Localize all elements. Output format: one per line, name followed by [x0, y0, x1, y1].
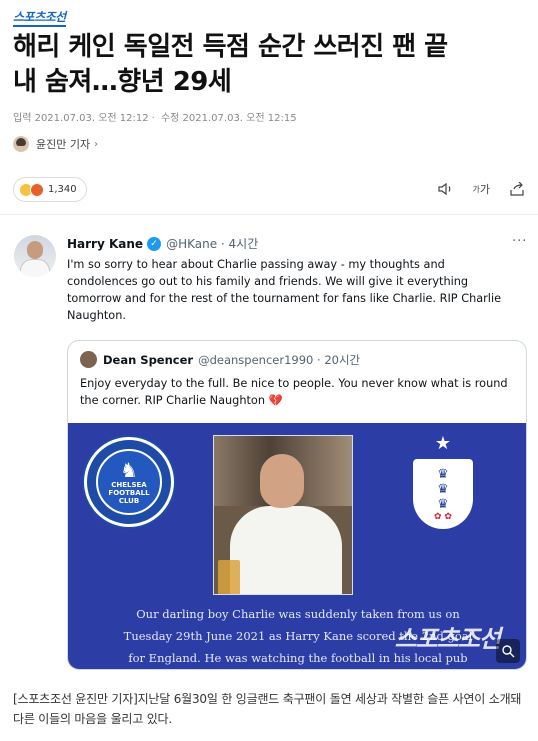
three-lions-crest: ♛ ♛ ♛ ✿ ✿ — [413, 459, 473, 529]
verified-badge-icon: ✓ — [147, 236, 162, 251]
published-date: 입력 2021.07.03. 오전 12:12 — [13, 113, 149, 124]
tweet-author-avatar[interactable] — [14, 235, 56, 277]
quoted-tweet-header: Dean Spencer @deanspencer1990 · 20시간 — [80, 351, 360, 368]
quoted-tweet-text: Enjoy everyday to the full. Be nice to p… — [80, 377, 508, 407]
broken-heart-icon: 💔 — [268, 394, 283, 407]
modified-date: 수정 2021.07.03. 오전 12:15 — [160, 113, 297, 124]
tweet-author-name[interactable]: Harry Kane — [67, 237, 143, 251]
tweet-author-handle[interactable]: @HKane · 4시간 — [166, 235, 258, 252]
speaker-icon — [437, 182, 450, 196]
share-icon — [510, 182, 524, 196]
reporter-name: 윤진만 기자 — [36, 138, 91, 151]
watermark: 스포츠조선 — [394, 625, 501, 653]
quoted-author-avatar — [80, 351, 97, 368]
chelsea-badge: ♞ CHELSEA FOOTBALL CLUB — [84, 437, 174, 527]
chelsea-badge-text: CHELSEA FOOTBALL CLUB — [108, 481, 150, 505]
article-dates: 입력 2021.07.03. 오전 12:12 · 수정 2021.07.03. … — [13, 113, 297, 124]
title-line-2: 내 숨져…향년 29세 — [13, 67, 232, 97]
reporter-link[interactable]: 윤진만 기자 › — [13, 136, 98, 152]
brand-logo[interactable]: 스포츠조선 — [13, 8, 66, 27]
quoted-author-handle: @deanspencer1990 · 20시간 — [198, 352, 361, 367]
lions-icon: ♛ ♛ ♛ — [437, 466, 449, 512]
rose-icon: ✿ ✿ — [434, 511, 452, 522]
title-line-1: 해리 케인 독일전 득점 순간 쓰러진 팬 끝 — [13, 32, 448, 62]
memorial-photo — [213, 435, 353, 595]
zoom-button[interactable] — [496, 639, 520, 663]
article-title: 해리 케인 독일전 득점 순간 쓰러진 팬 끝 내 숨져…향년 29세 — [13, 30, 525, 100]
article-tools: 가가 — [419, 181, 526, 197]
share-button[interactable] — [509, 182, 525, 196]
reaction-button[interactable]: 1,340 — [13, 177, 87, 202]
header-divider — [0, 214, 538, 215]
reaction-count: 1,340 — [48, 184, 77, 195]
reporter-avatar — [13, 136, 29, 152]
tweet-text: I'm so sorry to hear about Charlie passi… — [67, 258, 502, 322]
quoted-tweet[interactable]: Dean Spencer @deanspencer1990 · 20시간 Enj… — [67, 340, 527, 670]
zoom-icon — [502, 645, 515, 658]
beer-glass — [218, 560, 240, 594]
quoted-author-name: Dean Spencer — [103, 352, 194, 367]
chevron-right-icon: › — [94, 138, 99, 150]
england-badge: ★ ♛ ♛ ♛ ✿ ✿ — [410, 435, 476, 529]
font-size-button[interactable]: 가가 — [473, 181, 491, 197]
lion-icon: ♞ — [120, 458, 138, 482]
quoted-tweet-image[interactable]: ♞ CHELSEA FOOTBALL CLUB ★ ♛ ♛ ♛ ✿ ✿ Our da… — [68, 423, 526, 669]
star-icon: ★ — [434, 433, 452, 454]
article-caption: [스포츠조선 윤진만 기자]지난달 6월30일 한 잉글랜드 축구팬이 돌연 세… — [13, 692, 522, 726]
tweet-header: Harry Kane ✓ @HKane · 4시간 — [67, 235, 258, 252]
font-size-label: 가 — [479, 183, 490, 196]
listen-button[interactable] — [437, 182, 454, 196]
angry-emoji-icon — [30, 182, 44, 197]
more-options-icon[interactable]: ··· — [512, 234, 527, 249]
